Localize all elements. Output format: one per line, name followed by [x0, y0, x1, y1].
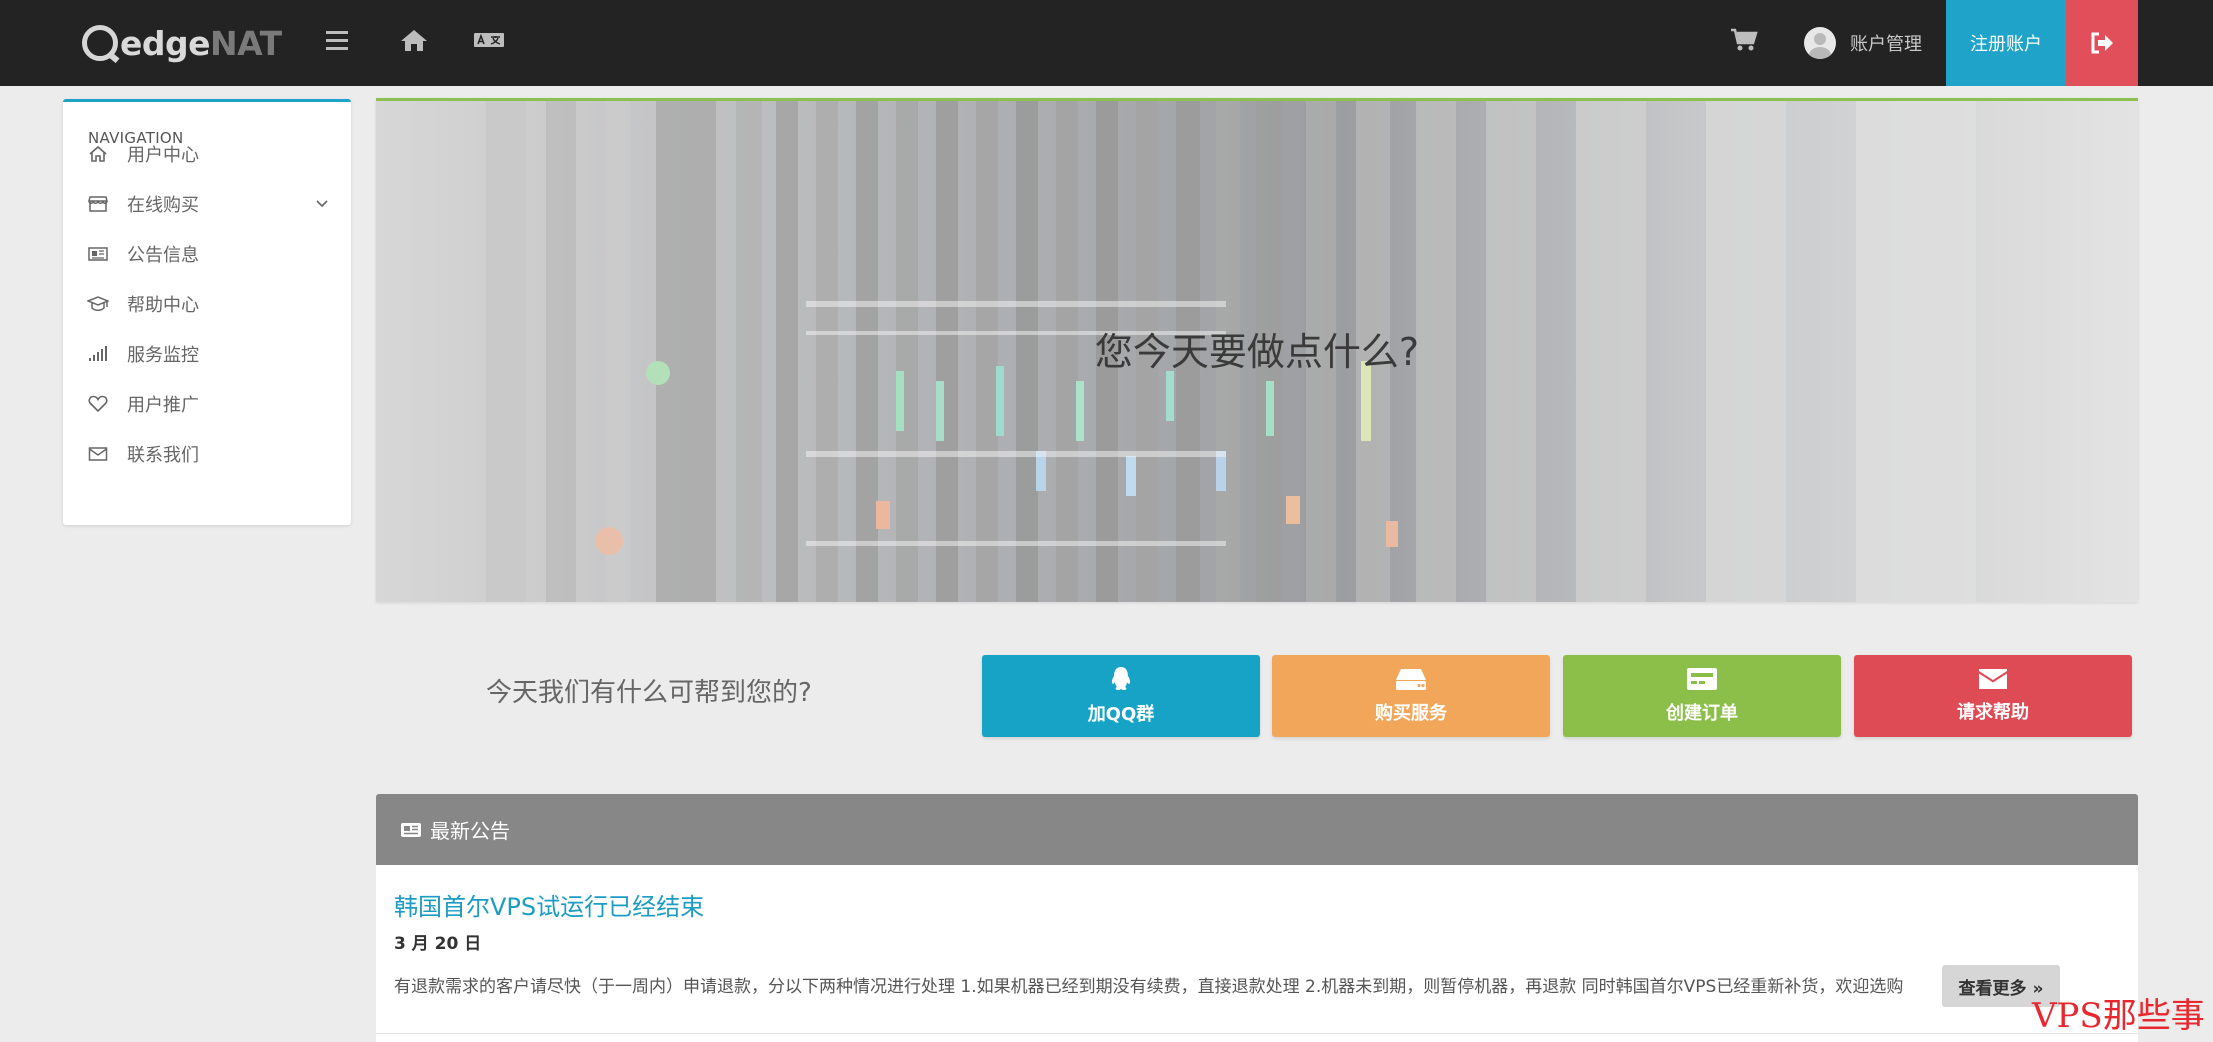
announcement-title-link[interactable]: 韩国首尔VPS试运行已经结束	[394, 887, 704, 922]
announcement-excerpt: 有退款需求的客户请尽快（于一周内）申请退款，分以下两种情况进行处理 1.如果机器…	[394, 977, 1904, 997]
divider	[376, 1033, 2138, 1034]
heart-icon	[87, 393, 109, 415]
avatar	[1804, 27, 1836, 59]
sidebar-item-label: 在线购买	[127, 195, 199, 216]
graduation-cap-icon	[87, 293, 109, 315]
sidebar-item-label: 用户中心	[127, 145, 199, 166]
sidebar-item-user-referral[interactable]: 用户推广	[63, 382, 351, 426]
home-outline-icon	[87, 143, 109, 165]
sidebar-item-contact-us[interactable]: 联系我们	[63, 432, 351, 476]
shopping-cart-icon[interactable]	[1730, 20, 1760, 60]
announcement-date: 3 月 20 日	[394, 934, 482, 954]
sidebar-item-service-monitor[interactable]: 服务监控	[63, 332, 351, 376]
signal-bars-icon	[87, 343, 109, 365]
account-label: 账户管理	[1850, 34, 1922, 55]
request-help-button[interactable]: 请求帮助	[1854, 655, 2132, 737]
sidebar-item-help-center[interactable]: 帮助中心	[63, 282, 351, 326]
newspaper-icon	[87, 243, 109, 265]
action-label: 购买服务	[1375, 703, 1447, 724]
logo-mark-icon	[82, 25, 118, 61]
qq-penguin-icon	[1111, 667, 1131, 690]
sidebar-item-user-center[interactable]: 用户中心	[63, 132, 351, 176]
buy-service-button[interactable]: 购买服务	[1272, 655, 1550, 737]
help-prompt: 今天我们有什么可帮到您的?	[486, 678, 812, 708]
sidebar-item-online-purchase[interactable]: 在线购买	[63, 182, 351, 226]
sidebar-item-label: 联系我们	[127, 445, 199, 466]
announcements-title: 最新公告	[430, 819, 510, 843]
account-menu[interactable]: 账户管理	[1804, 26, 1922, 60]
store-icon	[87, 193, 109, 215]
sidebar-item-label: 服务监控	[127, 345, 199, 366]
envelope-icon	[87, 443, 109, 465]
join-qq-group-button[interactable]: 加QQ群	[982, 655, 1260, 737]
action-label: 创建订单	[1666, 703, 1738, 724]
register-account-button[interactable]: 注册账户	[1946, 0, 2066, 86]
sidebar-item-announcements[interactable]: 公告信息	[63, 232, 351, 276]
sign-out-icon	[2091, 32, 2113, 54]
edgenat-logo[interactable]: edgeNAT	[82, 20, 282, 66]
sidebar-item-label: 用户推广	[127, 395, 199, 416]
action-label: 请求帮助	[1957, 702, 2029, 723]
announcements-header: 最新公告	[376, 794, 2138, 865]
sidebar-item-label: 公告信息	[127, 245, 199, 266]
hero-banner: 您今天要做点什么?	[376, 98, 2138, 602]
server-icon	[1396, 669, 1426, 690]
credit-card-icon	[1687, 668, 1717, 690]
logout-button[interactable]	[2066, 0, 2138, 86]
newspaper-icon	[400, 822, 422, 838]
announcement-list: 韩国首尔VPS试运行已经结束 3 月 20 日 有退款需求的客户请尽快（于一周内…	[376, 865, 2138, 1042]
create-order-button[interactable]: 创建订单	[1563, 655, 1841, 737]
home-icon[interactable]	[400, 20, 430, 60]
sidebar-navigation: NAVIGATION 用户中心 在线购买 公告信息 帮助中心 服务监控 用户推广…	[63, 99, 351, 525]
hero-title: 您今天要做点什么?	[1094, 330, 1420, 374]
action-label: 加QQ群	[1087, 704, 1155, 725]
sidebar-item-label: 帮助中心	[127, 295, 199, 316]
logo-text: edgeNAT	[120, 23, 282, 63]
language-icon[interactable]	[474, 20, 506, 60]
top-navbar: edgeNAT 账户管理 注册账户	[0, 0, 2213, 86]
site-watermark: VPS那些事	[2032, 996, 2205, 1036]
envelope-icon	[1979, 669, 2007, 689]
hamburger-menu-icon[interactable]	[324, 20, 350, 60]
chevron-down-icon[interactable]	[315, 195, 329, 216]
